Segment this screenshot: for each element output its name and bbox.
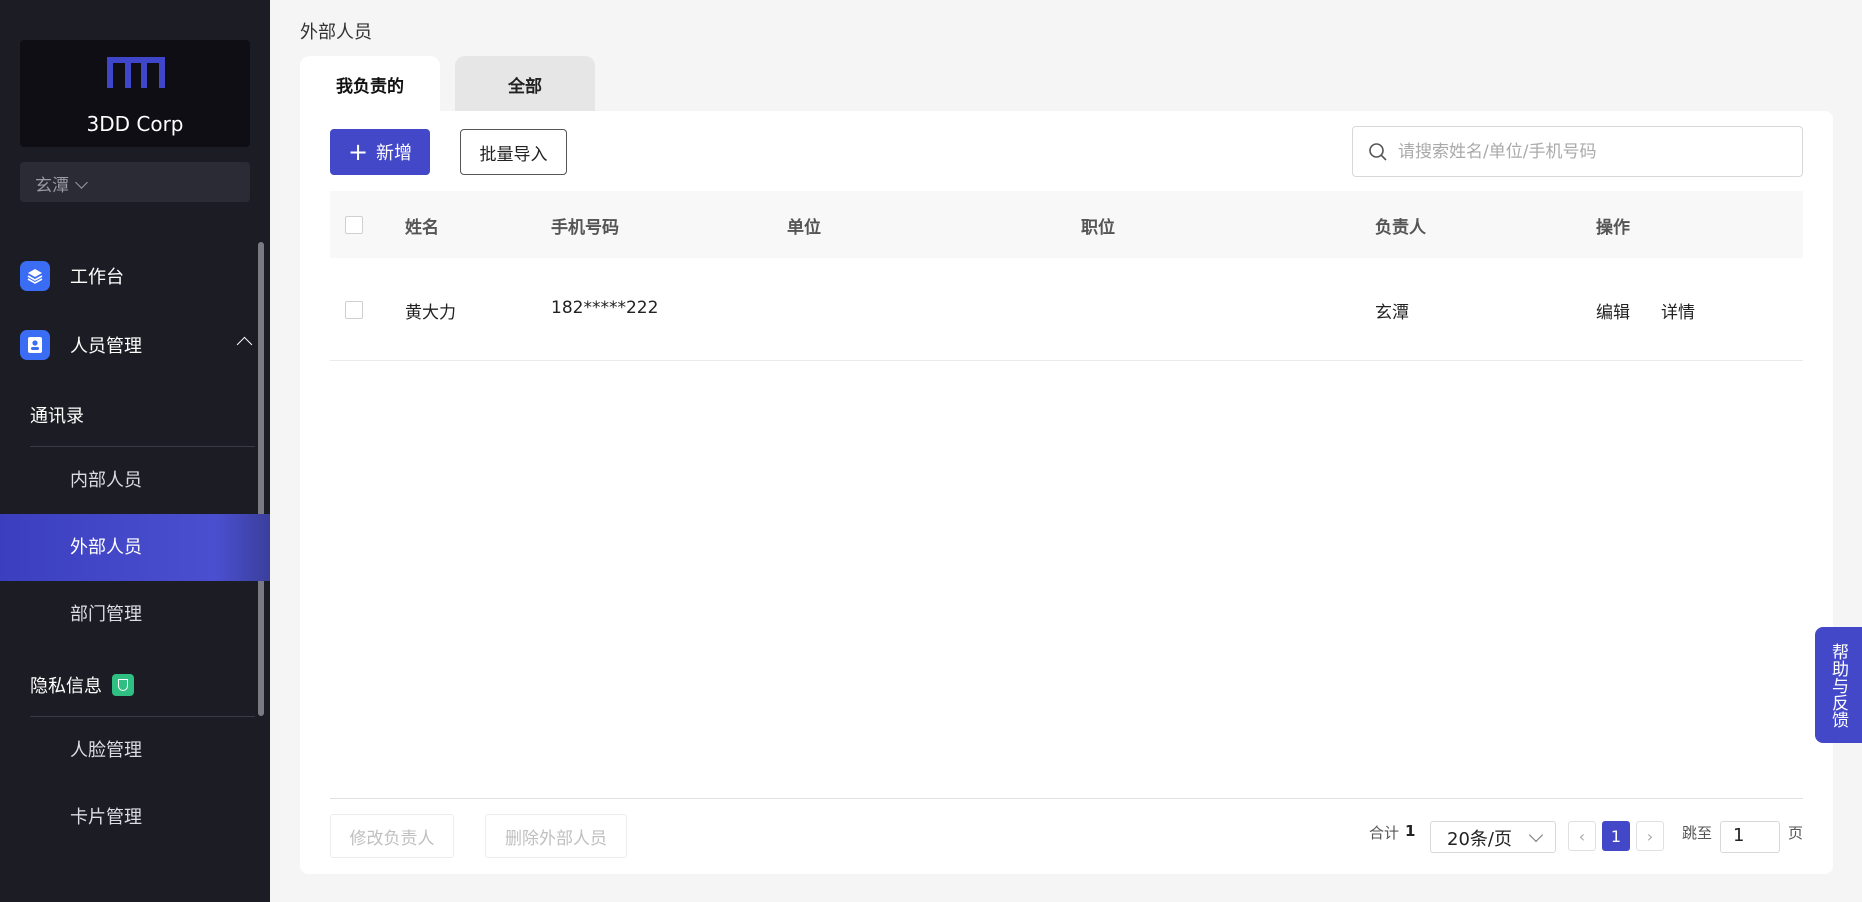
sidebar-item-internal[interactable]: 内部人员 — [0, 447, 270, 514]
select-all-checkbox[interactable] — [345, 216, 363, 234]
edit-link[interactable]: 编辑 — [1596, 298, 1630, 323]
prev-page-button[interactable]: ‹ — [1568, 821, 1596, 851]
brand-name: 3DD Corp — [86, 112, 184, 136]
total-label: 合计 — [1369, 824, 1400, 842]
cell-name: 黄大力 — [405, 303, 456, 323]
sidebar-group-contacts[interactable]: 通讯录 — [30, 402, 84, 428]
sidebar: 3DD Corp 玄潭 工作台 人员管理 通讯录 内部人员 外部人员 部门管理 … — [0, 0, 270, 902]
tab-all[interactable]: 全部 — [455, 56, 595, 112]
column-header: 职位 — [1081, 218, 1115, 238]
plus-icon: + — [347, 138, 369, 166]
detail-link[interactable]: 详情 — [1661, 298, 1695, 323]
next-page-button[interactable]: › — [1636, 821, 1664, 851]
brand-logo-icon — [107, 57, 165, 88]
sidebar-item-card[interactable]: 卡片管理 — [0, 784, 270, 851]
page-size-select[interactable]: 20条/页 — [1430, 821, 1556, 853]
sidebar-item-label: 人员管理 — [70, 336, 142, 357]
org-selector[interactable]: 玄潭 — [20, 162, 250, 202]
table-row: 黄大力 182*****222 玄潭 编辑 详情 — [330, 258, 1803, 361]
cell-phone: 182*****222 — [551, 298, 659, 318]
layers-icon — [20, 261, 50, 291]
sidebar-group-label: 隐私信息 — [30, 676, 102, 697]
sidebar-item-face[interactable]: 人脸管理 — [0, 717, 270, 784]
page-size-value: 20条/页 — [1447, 829, 1512, 850]
add-button-label: 新增 — [376, 143, 413, 164]
chevron-down-icon — [75, 176, 88, 189]
column-header: 手机号码 — [551, 218, 619, 238]
content-card: + 新增 批量导入 姓名 手机号码 单位 职位 负责人 操作 黄大力 182**… — [300, 111, 1833, 874]
total-count: 1 — [1405, 822, 1416, 840]
row-checkbox[interactable] — [345, 301, 363, 319]
page-title: 外部人员 — [300, 22, 372, 43]
delete-external-button[interactable]: 删除外部人员 — [485, 814, 627, 858]
column-header: 操作 — [1596, 218, 1630, 238]
sidebar-group-privacy[interactable]: 隐私信息 — [30, 672, 134, 698]
table-header: 姓名 手机号码 单位 职位 负责人 操作 — [330, 191, 1803, 258]
help-feedback-button[interactable]: 帮助与反馈 — [1815, 627, 1862, 743]
jump-page-input[interactable]: 1 — [1720, 821, 1780, 853]
org-selector-value: 玄潭 — [35, 176, 69, 196]
sidebar-item-departments[interactable]: 部门管理 — [0, 581, 270, 648]
cell-owner: 玄潭 — [1375, 303, 1409, 323]
add-button[interactable]: + 新增 — [330, 129, 430, 175]
chevron-down-icon — [1528, 827, 1544, 843]
batch-import-button[interactable]: 批量导入 — [460, 129, 567, 175]
shield-icon — [112, 674, 134, 696]
search-icon — [1369, 142, 1387, 161]
column-header: 单位 — [787, 218, 821, 238]
sidebar-item-label: 工作台 — [70, 267, 124, 288]
column-header: 姓名 — [405, 218, 439, 238]
page-number-button[interactable]: 1 — [1602, 821, 1630, 851]
page-unit-label: 页 — [1788, 824, 1804, 842]
contact-card-icon — [20, 330, 50, 360]
column-header: 负责人 — [1375, 218, 1426, 238]
divider — [330, 798, 1803, 799]
change-owner-button[interactable]: 修改负责人 — [330, 814, 454, 858]
sidebar-item-people[interactable]: 人员管理 — [20, 325, 260, 365]
brand-block: 3DD Corp — [20, 40, 250, 147]
jump-label: 跳至 — [1682, 824, 1713, 842]
sidebar-item-external[interactable]: 外部人员 — [0, 514, 270, 581]
tab-mine[interactable]: 我负责的 — [300, 56, 440, 112]
sidebar-item-workbench[interactable]: 工作台 — [20, 256, 260, 296]
search-box[interactable] — [1352, 126, 1803, 177]
search-input[interactable] — [1398, 141, 1778, 162]
chevron-up-icon — [236, 336, 253, 353]
